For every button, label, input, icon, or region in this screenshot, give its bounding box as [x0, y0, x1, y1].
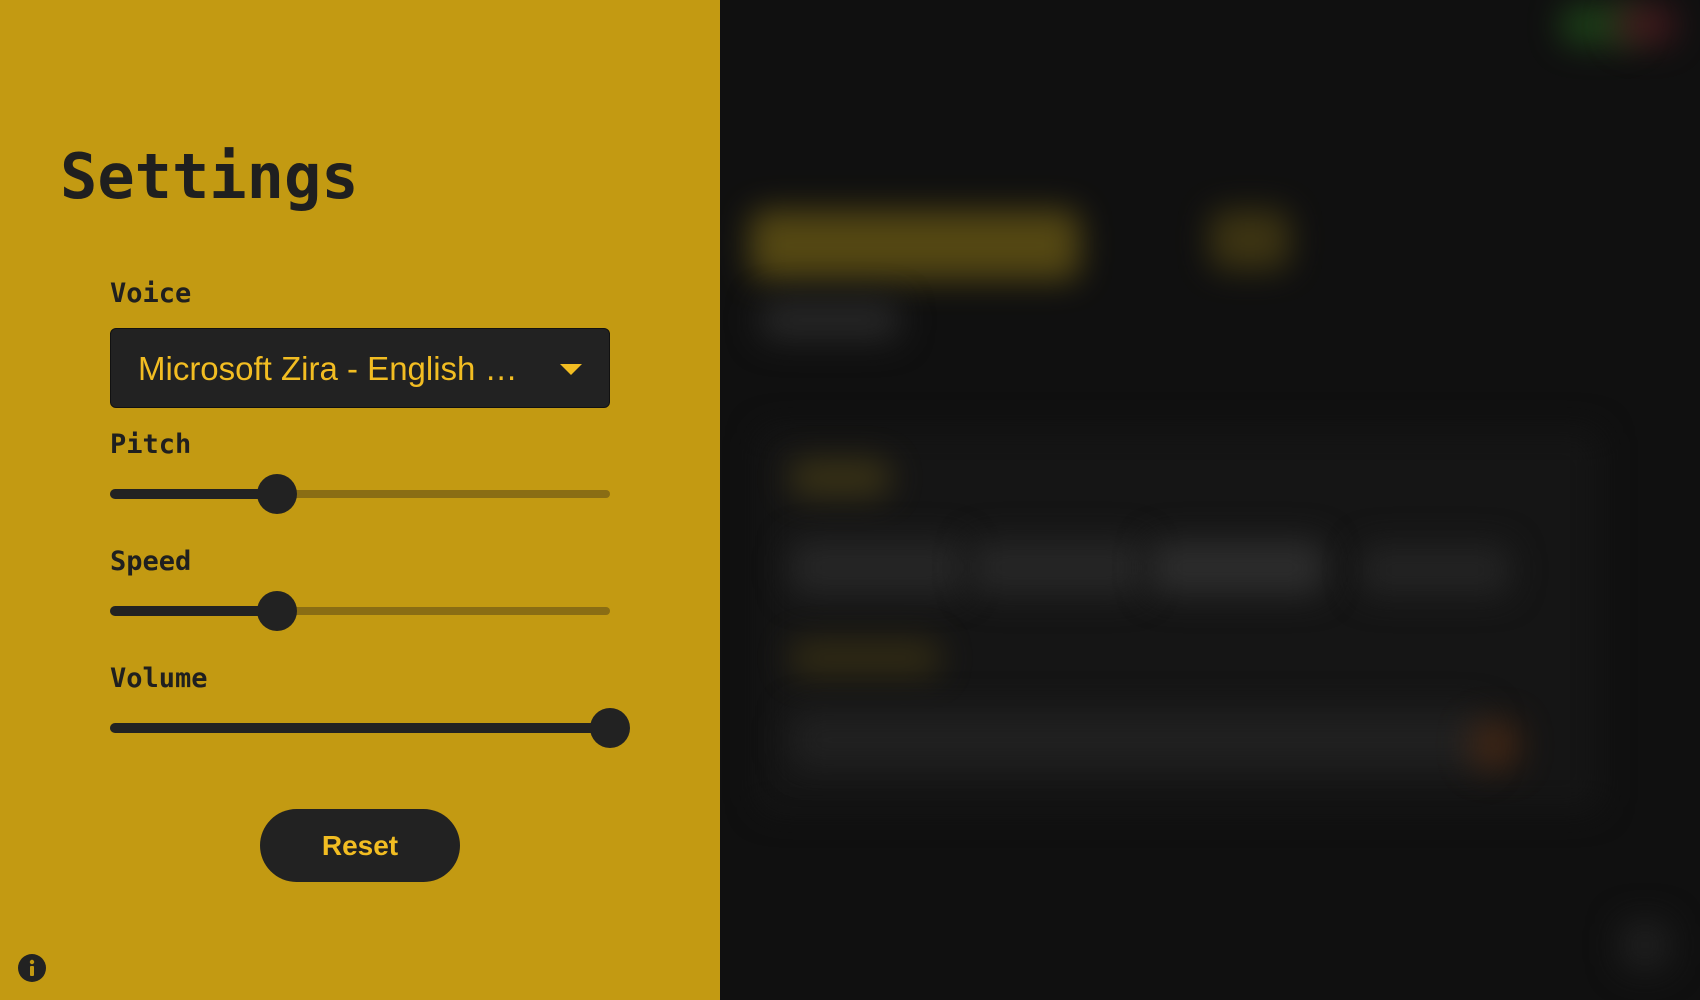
speed-slider-fill [110, 606, 277, 616]
volume-slider-fill [110, 723, 610, 733]
volume-slider[interactable] [110, 708, 630, 748]
volume-slider-thumb[interactable] [590, 708, 630, 748]
settings-panel: Settings Voice Microsoft Zira - English … [0, 0, 720, 1000]
speed-label: Speed [110, 546, 192, 577]
app-window: Settings Voice Microsoft Zira - English … [0, 0, 1700, 1000]
pitch-label: Pitch [110, 429, 192, 460]
pitch-slider-fill [110, 489, 277, 499]
volume-label: Volume [110, 663, 208, 694]
speed-slider-thumb[interactable] [257, 591, 297, 631]
settings-title: Settings [60, 140, 359, 213]
speed-slider[interactable] [110, 591, 610, 631]
voice-select[interactable]: Microsoft Zira - English (United States) [110, 328, 610, 408]
chevron-down-icon [560, 364, 582, 375]
voice-label: Voice [110, 278, 192, 309]
pitch-slider[interactable] [110, 474, 610, 514]
blurred-background-app [720, 0, 1700, 1000]
voice-selected-value: Microsoft Zira - English (United States) [138, 350, 528, 387]
pitch-slider-thumb[interactable] [257, 474, 297, 514]
reset-button[interactable]: Reset [260, 809, 460, 882]
info-icon[interactable] [18, 954, 46, 982]
